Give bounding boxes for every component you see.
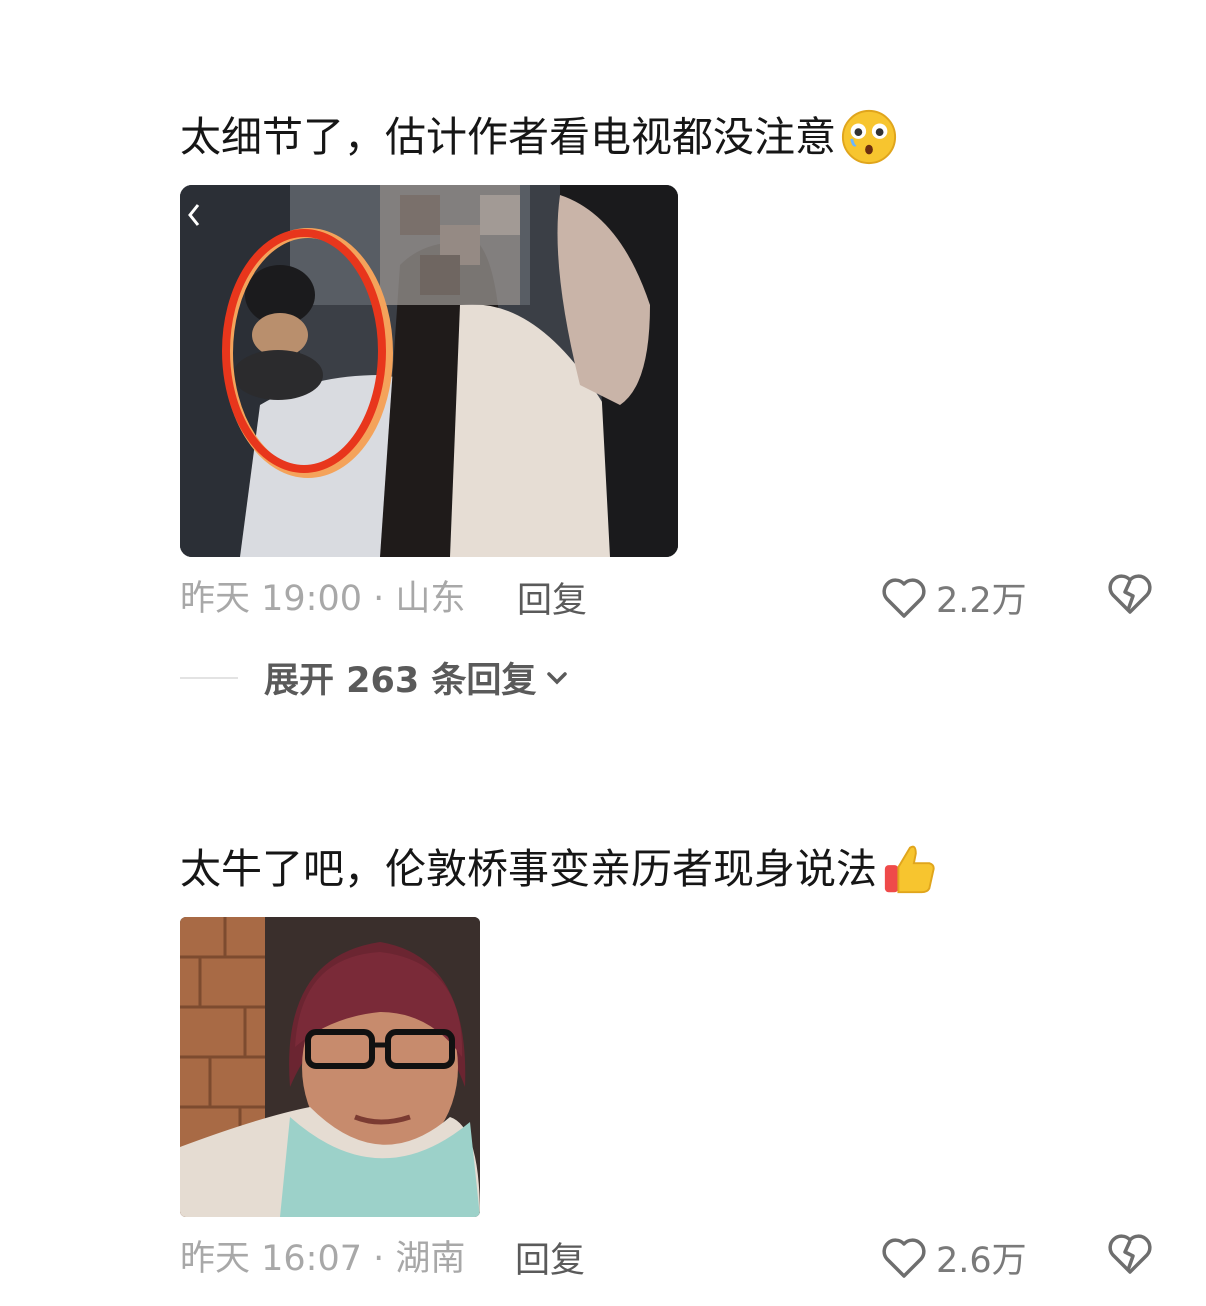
broken-heart-icon bbox=[1108, 574, 1152, 614]
comment-image[interactable] bbox=[180, 917, 480, 1217]
comment-item: 太细节了，估计作者看电视都没注意 bbox=[180, 108, 1170, 166]
like-count: 2.2万 bbox=[936, 581, 1027, 621]
like-button[interactable]: 2.2万 bbox=[880, 572, 1027, 623]
comment-text: 太牛了吧，伦敦桥事变亲历者现身说法 bbox=[180, 840, 1170, 898]
astonished-face-emoji bbox=[841, 109, 897, 165]
comment-item: 太牛了吧，伦敦桥事变亲历者现身说法 bbox=[180, 840, 1170, 898]
comment-image[interactable] bbox=[180, 185, 678, 557]
thumbs-up-emoji bbox=[884, 845, 935, 894]
comment-body: 太细节了，估计作者看电视都没注意 bbox=[180, 113, 836, 161]
comment-body: 太牛了吧，伦敦桥事变亲历者现身说法 bbox=[180, 845, 877, 893]
reply-button[interactable]: 回复 bbox=[517, 572, 587, 623]
like-count: 2.6万 bbox=[936, 1241, 1027, 1281]
video-screenshot-image bbox=[180, 185, 678, 557]
comment-text: 太细节了，估计作者看电视都没注意 bbox=[180, 108, 1170, 166]
comment-time-location: 昨天 16:07 · 湖南 bbox=[180, 1238, 466, 1279]
broken-heart-icon bbox=[1108, 1234, 1152, 1274]
chevron-down-icon bbox=[547, 671, 568, 684]
dislike-button[interactable] bbox=[1106, 1232, 1154, 1280]
like-button[interactable]: 2.6万 bbox=[880, 1232, 1027, 1283]
heart-icon bbox=[882, 577, 926, 618]
expand-replies-button[interactable]: 展开 263 条回复 bbox=[180, 652, 572, 703]
divider-line bbox=[180, 676, 238, 679]
comment-time-location: 昨天 19:00 · 山东 bbox=[180, 578, 466, 619]
dislike-button[interactable] bbox=[1106, 572, 1154, 620]
woman-with-glasses-photo bbox=[180, 917, 480, 1217]
heart-icon bbox=[882, 1237, 926, 1278]
expand-replies-label: 展开 263 条回复 bbox=[264, 661, 537, 701]
reply-button[interactable]: 回复 bbox=[515, 1232, 585, 1283]
